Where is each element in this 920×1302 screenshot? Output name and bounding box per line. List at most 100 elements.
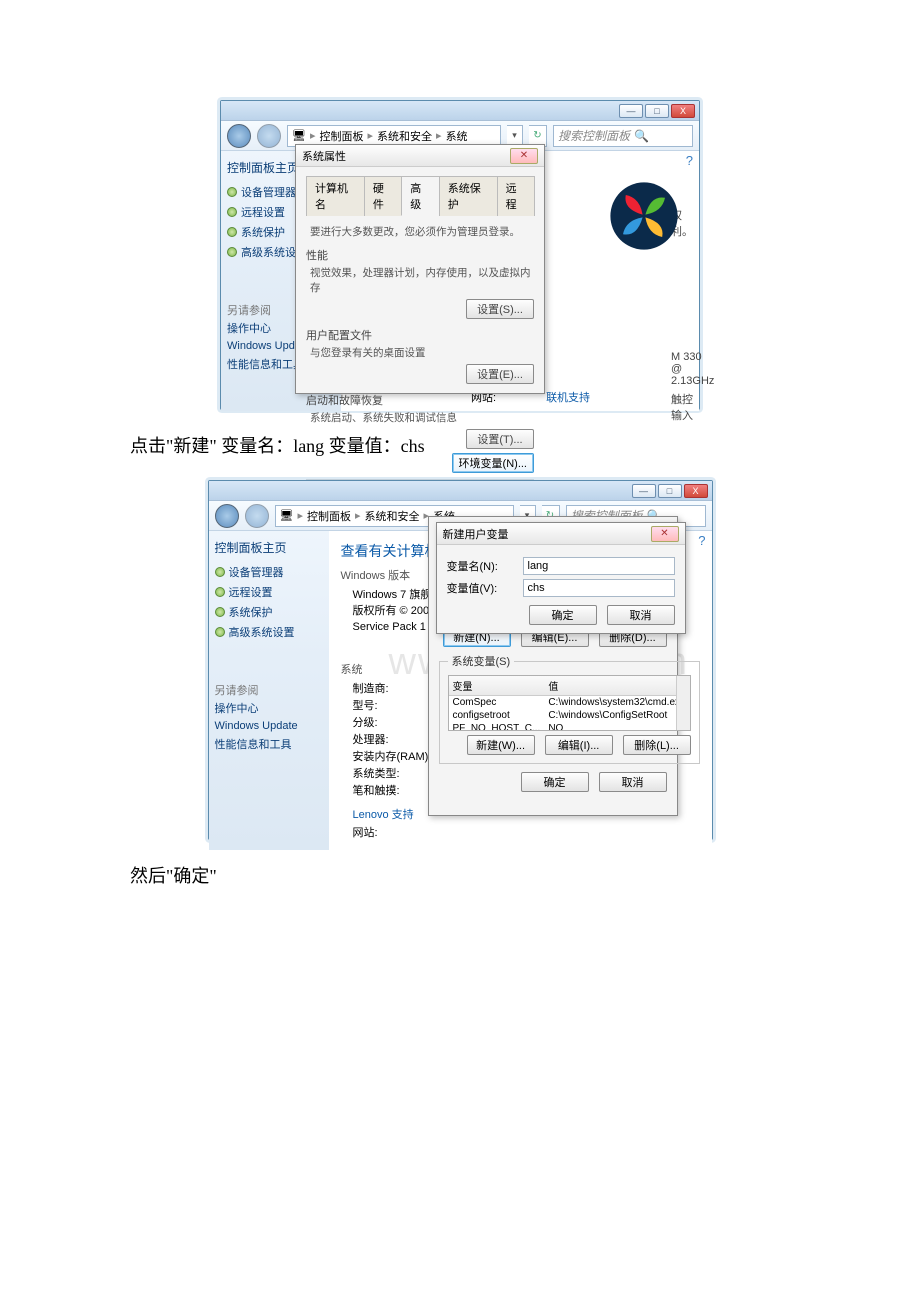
back-button[interactable] [227, 124, 251, 148]
seealso-link[interactable]: 操作中心 [215, 698, 323, 718]
forward-button[interactable] [245, 504, 269, 528]
sidebar-item-label: 设备管理器 [241, 184, 296, 200]
dialog-close-button[interactable]: ✕ [510, 148, 538, 164]
seealso-link[interactable]: Windows Update [215, 718, 323, 734]
search-icon: 🔍 [634, 129, 649, 143]
breadcrumb-icon: 🖥 [292, 129, 306, 142]
cpu-info: M 330 @ 2.13GHz [671, 351, 714, 387]
breadcrumb-item[interactable]: 系统和安全 [365, 508, 420, 524]
sidebar-item-label: 系统保护 [229, 604, 273, 620]
new-user-variable-dialog: 新建用户变量 ✕ 变量名(N): 变量值(V): 确定 取消 [436, 522, 686, 634]
chevron-right-icon: ▸ [310, 129, 316, 142]
chevron-right-icon: ▸ [436, 129, 442, 142]
breadcrumb-item[interactable]: 控制面板 [307, 508, 351, 524]
bullet-icon [227, 227, 237, 237]
startup-hint: 系统启动、系统失败和调试信息 [310, 410, 534, 425]
perf-settings-button[interactable]: 设置(S)... [466, 299, 534, 319]
windows-logo-icon [609, 181, 679, 251]
sidebar-item-remote[interactable]: 远程设置 [215, 582, 323, 602]
cell: NO [544, 722, 689, 731]
scrollbar[interactable] [676, 676, 690, 730]
breadcrumb-icon: 🖥 [280, 509, 294, 522]
seealso-title: 另请参阅 [227, 305, 271, 317]
sidebar: 控制面板主页 设备管理器 远程设置 系统保护 高级系统设置 另请参阅 操作中心 … [209, 531, 329, 850]
sidebar-item-label: 远程设置 [241, 204, 285, 220]
bullet-icon [215, 567, 225, 577]
bullet-icon [227, 247, 237, 257]
site-link[interactable]: 联机支持 [546, 389, 590, 405]
var-value-input[interactable] [523, 579, 675, 597]
touch-info: 触控输入 [671, 391, 699, 423]
ok-button[interactable]: 确定 [521, 772, 589, 792]
system-vars-fieldset: 系统变量(S) 变量值 ComSpecC:\windows\system32\c… [439, 653, 700, 764]
profile-title: 用户配置文件 [306, 327, 534, 343]
window-minimize-button[interactable]: — [619, 104, 643, 118]
chevron-right-icon: ▸ [297, 509, 303, 522]
breadcrumb-item[interactable]: 系统 [446, 128, 468, 144]
sidebar-item-advanced[interactable]: 高级系统设置 [215, 622, 323, 642]
window-close-button[interactable]: X [671, 104, 695, 118]
cancel-button[interactable]: 取消 [599, 772, 667, 792]
cell: C:\windows\ConfigSetRoot [544, 709, 689, 722]
bullet-icon [215, 627, 225, 637]
window-maximize-button[interactable]: □ [658, 484, 682, 498]
new-sys-var-button[interactable]: 新建(W)... [467, 735, 535, 755]
minimize-icon: — [639, 486, 648, 496]
perf-hint: 视觉效果，处理器计划，内存使用，以及虚拟内存 [310, 265, 534, 295]
tab-advanced[interactable]: 高级 [401, 176, 439, 216]
startup-settings-button[interactable]: 设置(T)... [466, 429, 534, 449]
admin-hint: 要进行大多数更改，您必须作为管理员登录。 [310, 224, 534, 239]
var-name-label: 变量名(N): [447, 558, 515, 574]
doc-instruction-2: 然后"确定" [130, 862, 790, 888]
window-maximize-button[interactable]: □ [645, 104, 669, 118]
sidebar-item-protection[interactable]: 系统保护 [215, 602, 323, 622]
table-row[interactable]: configsetrootC:\windows\ConfigSetRoot [449, 709, 690, 722]
ok-button[interactable]: 确定 [529, 605, 597, 625]
cell: ComSpec [449, 696, 545, 710]
back-button[interactable] [215, 504, 239, 528]
breadcrumb-item[interactable]: 系统和安全 [377, 128, 432, 144]
chevron-right-icon: ▸ [355, 509, 361, 522]
search-placeholder: 搜索控制面板 [558, 127, 630, 144]
tab-hardware[interactable]: 硬件 [364, 176, 402, 216]
delete-sys-var-button[interactable]: 删除(L)... [623, 735, 691, 755]
env-vars-button[interactable]: 环境变量(N)... [452, 453, 534, 473]
var-value-label: 变量值(V): [447, 580, 515, 596]
cell: PF_NO_HOST_C... [449, 722, 545, 731]
table-row[interactable]: ComSpecC:\windows\system32\cmd.exe [449, 696, 690, 710]
help-icon[interactable]: ? [686, 153, 693, 168]
maximize-icon: □ [667, 486, 672, 496]
window-close-button[interactable]: X [684, 484, 708, 498]
var-name-input[interactable] [523, 557, 675, 575]
search-input[interactable]: 搜索控制面板 🔍 [553, 125, 693, 147]
sidebar-item-label: 系统保护 [241, 224, 285, 240]
sidebar-item-device-manager[interactable]: 设备管理器 [215, 562, 323, 582]
dialog-close-button[interactable]: ✕ [651, 526, 679, 542]
tabs: 计算机名 硬件 高级 系统保护 远程 [306, 175, 534, 216]
bullet-icon [215, 607, 225, 617]
breadcrumb-item[interactable]: 控制面板 [320, 128, 364, 144]
tab-computer-name[interactable]: 计算机名 [306, 176, 365, 216]
help-icon[interactable]: ? [698, 533, 705, 548]
minimize-icon: — [627, 106, 636, 116]
window-minimize-button[interactable]: — [632, 484, 656, 498]
sidebar-item-label: 设备管理器 [229, 564, 284, 580]
system-vars-legend: 系统变量(S) [448, 653, 515, 669]
table-row[interactable]: PF_NO_HOST_C...NO [449, 722, 690, 731]
profile-hint: 与您登录有关的桌面设置 [310, 345, 534, 360]
dialog-title: 系统属性 [302, 148, 346, 164]
system-vars-listbox[interactable]: 变量值 ComSpecC:\windows\system32\cmd.exe c… [448, 675, 691, 731]
cell: C:\windows\system32\cmd.exe [544, 696, 689, 710]
profile-settings-button[interactable]: 设置(E)... [466, 364, 534, 384]
seealso-link[interactable]: 性能信息和工具 [215, 734, 323, 754]
edit-sys-var-button[interactable]: 编辑(I)... [545, 735, 613, 755]
forward-button[interactable] [257, 124, 281, 148]
seealso-title: 另请参阅 [215, 685, 259, 697]
cancel-button[interactable]: 取消 [607, 605, 675, 625]
bullet-icon [227, 207, 237, 217]
maximize-icon: □ [654, 106, 659, 116]
tab-protection[interactable]: 系统保护 [439, 176, 498, 216]
tab-remote[interactable]: 远程 [497, 176, 535, 216]
window-title-bar: — □ X [221, 101, 699, 121]
perf-title: 性能 [306, 247, 534, 263]
